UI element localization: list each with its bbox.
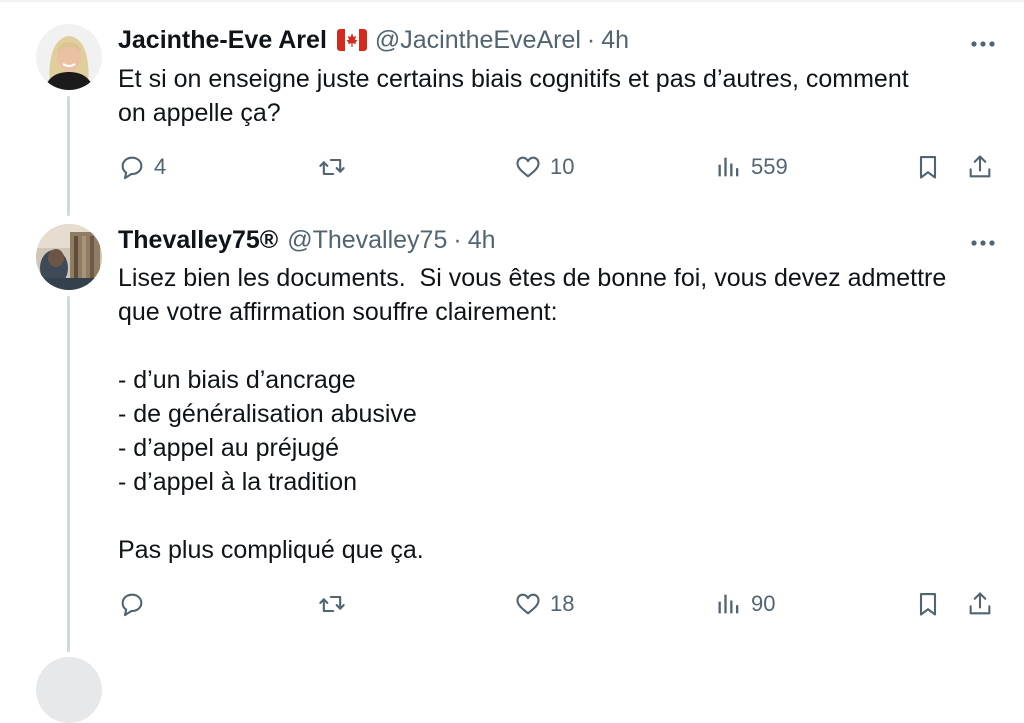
- avatar[interactable]: [36, 224, 102, 290]
- heart-icon: [516, 156, 540, 178]
- author-name[interactable]: Jacinthe-Eve Arel: [118, 26, 327, 55]
- bookmark-button[interactable]: [914, 153, 942, 181]
- reply-icon: [121, 593, 143, 617]
- reply-icon: [121, 156, 143, 180]
- views-icon: [718, 157, 739, 177]
- bookmark-icon: [919, 593, 937, 616]
- author-handle[interactable]: @JacintheEveArel: [375, 26, 581, 55]
- timestamp[interactable]: 4h: [601, 26, 629, 55]
- top-divider: [0, 0, 1024, 2]
- share-button[interactable]: [966, 590, 994, 618]
- canada-flag-icon: [336, 29, 367, 51]
- share-icon: [969, 592, 991, 615]
- bookmark-button[interactable]: [914, 590, 942, 618]
- tweet-text: Et si on enseigne juste certains biais c…: [118, 65, 909, 127]
- share-button[interactable]: [966, 153, 994, 181]
- views-count: 559: [751, 154, 788, 179]
- timestamp[interactable]: 4h: [468, 226, 496, 255]
- like-button[interactable]: 18: [514, 590, 574, 618]
- views-icon: [718, 594, 739, 614]
- like-count: 18: [550, 591, 575, 616]
- more-options-icon[interactable]: [970, 37, 996, 49]
- next-avatar[interactable]: [36, 657, 102, 723]
- share-icon: [969, 155, 991, 178]
- avatar[interactable]: [36, 24, 102, 90]
- tweet-header: Thevalley75® @Thevalley75 · 4h: [118, 224, 496, 256]
- views-button[interactable]: 90: [715, 590, 775, 618]
- like-button[interactable]: 10: [514, 153, 574, 181]
- retweet-button[interactable]: [318, 153, 354, 181]
- retweet-icon: [319, 158, 345, 176]
- views-button[interactable]: 559: [715, 153, 788, 181]
- reply-button[interactable]: [118, 590, 154, 618]
- views-count: 90: [751, 591, 776, 616]
- retweet-icon: [319, 595, 345, 613]
- like-count: 10: [550, 154, 575, 179]
- tweet-text: Lisez bien les documents. Si vous êtes d…: [118, 264, 947, 564]
- bookmark-icon: [919, 156, 937, 179]
- author-handle[interactable]: @Thevalley75: [287, 226, 447, 255]
- thread-line: [67, 296, 70, 652]
- dot-separator: ·: [453, 225, 462, 254]
- reply-count: 4: [154, 154, 167, 179]
- more-options-icon[interactable]: [970, 236, 996, 248]
- tweet-header: Jacinthe-Eve Arel @JacintheEveArel · 4h: [118, 24, 629, 56]
- author-name[interactable]: Thevalley75®: [118, 226, 278, 255]
- retweet-button[interactable]: [318, 590, 354, 618]
- thread-line: [67, 96, 70, 216]
- reply-button[interactable]: 4: [118, 153, 166, 181]
- dot-separator: ·: [586, 25, 596, 54]
- heart-icon: [516, 593, 540, 615]
